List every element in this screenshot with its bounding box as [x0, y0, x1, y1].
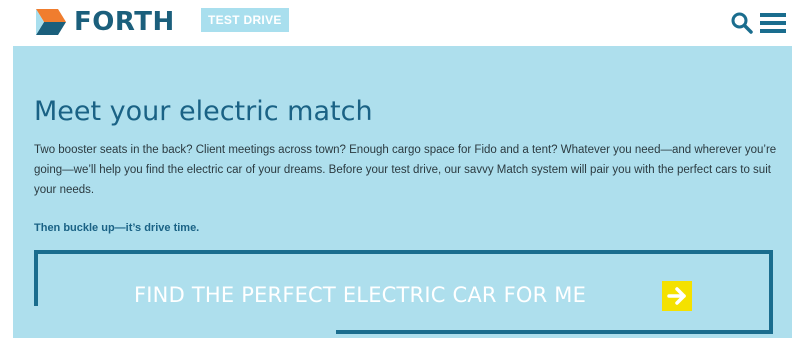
hero-section: Meet your electric match Two booster sea…	[13, 46, 792, 338]
test-drive-badge[interactable]: TEST DRIVE	[201, 8, 289, 32]
hero-description: Two booster seats in the back? Client me…	[34, 144, 777, 196]
forth-logo-mark-icon	[36, 9, 66, 35]
menu-button[interactable]	[760, 11, 786, 35]
hamburger-menu-icon	[760, 13, 786, 33]
hero-tagline: Then buckle up—it’s drive time.	[34, 222, 200, 234]
find-car-button-label: FIND THE PERFECT ELECTRIC CAR FOR ME	[134, 283, 587, 307]
search-icon	[731, 12, 753, 34]
arrow-right-icon	[662, 281, 692, 311]
cta-border-left	[34, 250, 38, 306]
cta-border-right	[769, 250, 773, 334]
hero-title: Meet your electric match	[34, 96, 373, 127]
cta-border-top	[34, 250, 773, 254]
logo-text: FORTH	[74, 7, 175, 37]
find-car-button[interactable]: FIND THE PERFECT ELECTRIC CAR FOR ME	[34, 250, 773, 334]
page: FORTH TEST DRIVE Meet your electric matc…	[0, 0, 792, 338]
search-button[interactable]	[730, 11, 754, 35]
site-header: FORTH TEST DRIVE	[0, 0, 792, 46]
cta-border-bottom	[336, 330, 773, 334]
forth-logo[interactable]: FORTH	[36, 6, 175, 38]
